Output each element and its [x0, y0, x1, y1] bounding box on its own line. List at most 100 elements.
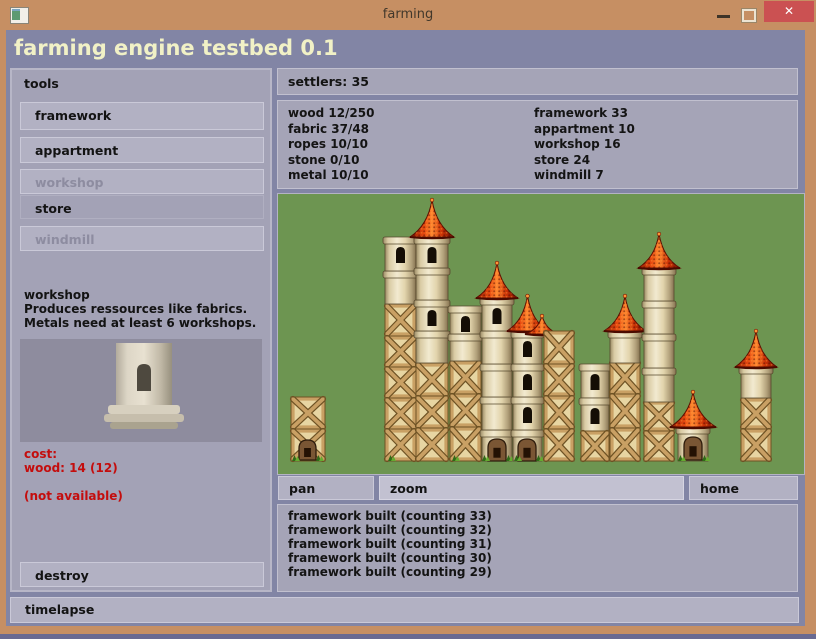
pan-button[interactable]: pan: [278, 476, 374, 500]
cyl-part: [739, 367, 773, 398]
game-scene: [278, 194, 804, 474]
cyl-part: [511, 364, 544, 397]
selection-name: workshop: [24, 288, 90, 302]
frame-part: [581, 431, 609, 461]
resource-wood: wood 12/250: [288, 106, 374, 122]
frame-part: [385, 304, 416, 336]
frame-part: [450, 361, 481, 394]
timelapse-button[interactable]: timelapse: [10, 597, 799, 623]
door-part: [518, 439, 536, 461]
resources-column-left: wood 12/250 fabric 37/48 ropes 10/10 sto…: [288, 106, 374, 184]
frame-part: [644, 431, 674, 461]
log-entry: framework built (counting 30): [288, 551, 797, 565]
cyl-part: [511, 397, 544, 430]
cyl-part: [448, 306, 483, 334]
door-part: [488, 439, 506, 461]
count-workshop: workshop 16: [534, 137, 635, 153]
tool-button-framework[interactable]: framework: [20, 102, 264, 130]
preview-image: [20, 339, 262, 442]
cyl-part: [480, 397, 514, 430]
tool-button-store[interactable]: store: [20, 195, 264, 219]
count-appartment: appartment 10: [534, 122, 635, 138]
cost-wood: wood: 14 (12): [24, 461, 118, 475]
log-entry: framework built (counting 32): [288, 523, 797, 537]
cyl-part: [608, 331, 642, 363]
frame-part: [385, 429, 416, 461]
zoom-button[interactable]: zoom: [379, 476, 684, 500]
cyl-part: [480, 331, 514, 364]
tool-button-windmill[interactable]: windmill: [20, 226, 264, 251]
cyl-part: [383, 271, 418, 304]
cyl-part: [642, 301, 676, 334]
settlers-count: settlers: 35: [288, 74, 369, 89]
door-part: [299, 440, 316, 460]
frame-part: [610, 394, 640, 428]
maximize-button[interactable]: [742, 9, 756, 22]
cyl-part: [579, 364, 611, 398]
frame-part: [385, 367, 416, 398]
game-viewport[interactable]: [277, 193, 805, 475]
close-icon: ✕: [784, 4, 794, 18]
frame-part: [544, 429, 574, 461]
cyl-part: [414, 331, 450, 363]
resource-metal: metal 10/10: [288, 168, 374, 184]
frame-part: [291, 397, 325, 429]
selection-desc1: Produces ressources like fabrics.: [24, 302, 247, 316]
cyl-part: [414, 237, 450, 268]
frame-part: [544, 331, 574, 364]
cyl-part: [642, 268, 676, 301]
close-button[interactable]: ✕: [764, 1, 814, 22]
log-entry: framework built (counting 31): [288, 537, 797, 551]
cyl-part: [383, 237, 418, 271]
frame-part: [544, 364, 574, 396]
cyl-part: [414, 300, 450, 331]
frame-part: [544, 396, 574, 429]
selection-desc2: Metals need at least 6 workshops.: [24, 316, 256, 330]
door-part: [684, 437, 702, 460]
log-entry: framework built (counting 29): [288, 565, 797, 579]
cost-label: cost:: [24, 447, 57, 461]
frame-part: [741, 429, 771, 461]
tools-panel: tools framework appartment workshop stor…: [10, 68, 272, 592]
window-title: farming: [0, 7, 816, 22]
resource-fabric: fabric 37/48: [288, 122, 374, 138]
window-bottom-edge: [0, 634, 816, 639]
cyl-part: [642, 334, 676, 368]
frame-part: [385, 398, 416, 429]
cyl-part: [480, 364, 514, 397]
frame-part: [385, 336, 416, 367]
window-titlebar: farming ✕: [0, 0, 816, 30]
frame-part: [416, 396, 448, 428]
destroy-button[interactable]: destroy: [20, 562, 264, 587]
resource-stone: stone 0/10: [288, 153, 374, 169]
resource-ropes: ropes 10/10: [288, 137, 374, 153]
cyl-part: [414, 268, 450, 300]
window-content: farming engine testbed 0.1 tools framewo…: [6, 30, 805, 626]
build-log: framework built (counting 33) framework …: [277, 504, 798, 592]
cyl-part: [480, 298, 514, 331]
count-framework: framework 33: [534, 106, 635, 122]
home-button[interactable]: home: [689, 476, 798, 500]
tool-button-appartment[interactable]: appartment: [20, 137, 264, 163]
cyl-part: [642, 368, 676, 402]
cyl-part: [579, 398, 611, 431]
not-available: (not available): [24, 489, 123, 503]
frame-part: [450, 394, 481, 427]
count-windmill: windmill 7: [534, 168, 635, 184]
frame-part: [610, 361, 640, 394]
resources-box: wood 12/250 fabric 37/48 ropes 10/10 sto…: [277, 100, 798, 189]
tools-label: tools: [24, 76, 59, 91]
tool-button-workshop[interactable]: workshop: [20, 169, 264, 194]
cyl-part: [448, 334, 483, 361]
count-store: store 24: [534, 153, 635, 169]
frame-part: [741, 398, 771, 429]
resources-column-right: framework 33 appartment 10 workshop 16 s…: [534, 106, 635, 184]
frame-part: [416, 428, 448, 461]
frame-part: [610, 428, 640, 461]
minimize-button[interactable]: [717, 15, 730, 18]
settlers-box: settlers: 35: [277, 68, 798, 95]
log-entry: framework built (counting 33): [288, 509, 797, 523]
page-title: farming engine testbed 0.1: [14, 36, 338, 60]
frame-part: [416, 363, 448, 396]
frame-part: [644, 401, 674, 431]
